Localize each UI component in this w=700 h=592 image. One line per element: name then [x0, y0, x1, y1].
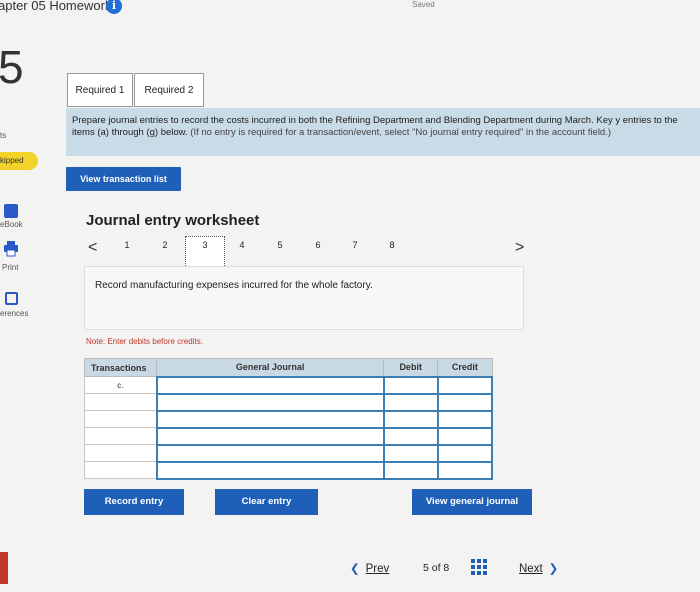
transaction-cell: [83, 427, 158, 445]
skipped-badge: kipped: [0, 152, 38, 170]
step-description-text: Record manufacturing expenses incurred f…: [95, 280, 373, 291]
view-transaction-list-button[interactable]: View transaction list: [66, 167, 181, 191]
debit-input[interactable]: [382, 460, 439, 480]
account-select[interactable]: [155, 460, 385, 480]
account-select[interactable]: [155, 409, 385, 429]
transaction-cell: [83, 393, 158, 411]
table-row: [83, 443, 494, 463]
debit-input[interactable]: [382, 426, 439, 446]
journal-entry-table: Transactions General Journal Debit Credi…: [83, 358, 494, 480]
step-3[interactable]: 3: [190, 240, 220, 250]
grid-icon[interactable]: [471, 559, 487, 575]
account-select[interactable]: [155, 392, 385, 412]
instructions-note: (If no entry is required for a transacti…: [190, 127, 612, 138]
credit-input[interactable]: [436, 443, 494, 463]
prev-label: Prev: [365, 563, 390, 575]
transaction-cell: [83, 444, 158, 462]
ebook-icon[interactable]: [4, 204, 18, 218]
transaction-cell: [83, 461, 158, 479]
table-row: [83, 409, 494, 429]
account-select[interactable]: [155, 375, 385, 395]
col-debit: Debit: [383, 358, 439, 377]
debit-input[interactable]: [382, 409, 439, 429]
table-row: c.: [83, 375, 494, 395]
prev-step-arrow-icon[interactable]: <: [88, 239, 97, 257]
credit-input[interactable]: [436, 426, 494, 446]
saved-status: Saved: [412, 0, 435, 9]
page-indicator: 5 of 8: [423, 562, 450, 574]
question-number: 5: [0, 41, 24, 93]
next-label: Next: [519, 563, 543, 575]
credit-input[interactable]: [436, 409, 494, 429]
credit-input[interactable]: [436, 460, 494, 480]
table-row: [83, 460, 494, 480]
chevron-right-icon: ❯: [548, 563, 559, 575]
step-description: Record manufacturing expenses incurred f…: [84, 266, 524, 330]
col-credit: Credit: [437, 358, 493, 377]
step-1[interactable]: 1: [112, 240, 142, 250]
col-general-journal: General Journal: [156, 358, 385, 377]
debit-input[interactable]: [382, 375, 439, 395]
worksheet-title: Journal entry worksheet: [86, 212, 260, 229]
tab-required-1[interactable]: Required 1: [67, 73, 133, 107]
print-label[interactable]: Print: [2, 263, 18, 272]
assignment-title: apter 05 Homework: [0, 0, 112, 13]
record-entry-button[interactable]: Record entry: [84, 489, 184, 515]
chevron-left-icon: ❮: [350, 563, 360, 575]
points-label: ts: [0, 131, 7, 140]
step-5[interactable]: 5: [265, 240, 295, 250]
view-general-journal-button[interactable]: View general journal: [412, 489, 532, 515]
col-transactions: Transactions: [83, 358, 158, 377]
table-row: [83, 392, 494, 412]
step-6[interactable]: 6: [303, 240, 333, 250]
account-select[interactable]: [155, 443, 385, 463]
debit-credit-note: Note: Enter debits before credits.: [86, 337, 203, 346]
transaction-cell: c.: [83, 376, 158, 394]
next-step-arrow-icon[interactable]: >: [515, 239, 524, 257]
debit-input[interactable]: [382, 392, 439, 412]
table-row: [83, 426, 494, 446]
credit-input[interactable]: [436, 375, 494, 395]
tab-required-2[interactable]: Required 2: [134, 73, 204, 107]
references-label[interactable]: erences: [0, 309, 28, 318]
clear-entry-button[interactable]: Clear entry: [215, 489, 318, 515]
credit-input[interactable]: [436, 392, 494, 412]
account-select[interactable]: [155, 426, 385, 446]
transaction-cell: [83, 410, 158, 428]
print-icon[interactable]: [4, 241, 18, 257]
rail-marker: [0, 552, 8, 584]
step-2[interactable]: 2: [150, 240, 180, 250]
references-icon[interactable]: [5, 292, 18, 305]
step-4[interactable]: 4: [227, 240, 257, 250]
step-8[interactable]: 8: [377, 240, 407, 250]
ebook-label[interactable]: eBook: [0, 220, 23, 229]
prev-question-link[interactable]: ❮ Prev: [350, 561, 389, 575]
instructions-panel: Prepare journal entries to record the co…: [66, 108, 700, 156]
debit-input[interactable]: [382, 443, 439, 463]
step-7[interactable]: 7: [340, 240, 370, 250]
next-question-link[interactable]: Next ❯: [519, 561, 558, 575]
